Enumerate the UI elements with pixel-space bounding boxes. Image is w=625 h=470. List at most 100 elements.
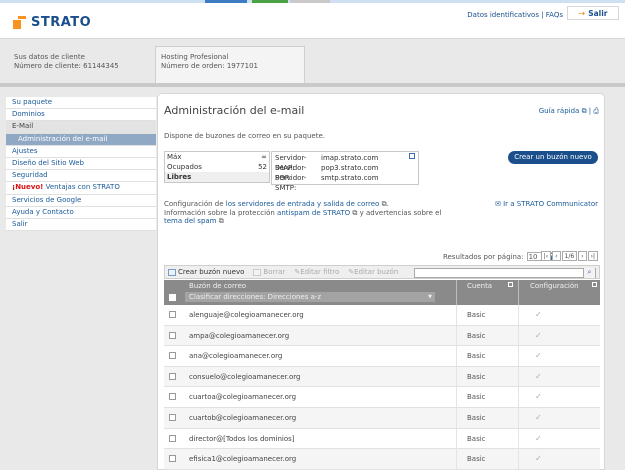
sidebar-item-salir[interactable]: Salir bbox=[6, 219, 156, 232]
row-checkbox[interactable] bbox=[169, 434, 176, 442]
sidebar-item-ajustes[interactable]: Ajustes bbox=[6, 146, 156, 158]
table-row[interactable]: ampa@colegioamanecer.org Basic ✓ bbox=[164, 325, 600, 347]
pop-label: Servidor-POP: bbox=[275, 164, 307, 182]
row-checkbox[interactable] bbox=[169, 311, 176, 318]
col-config-header[interactable]: Configuración bbox=[530, 282, 579, 290]
table-header: Buzón de correo Clasificar direcciones: … bbox=[164, 280, 600, 305]
mailbox-email[interactable]: cuartob@colegioamanecer.org bbox=[189, 414, 296, 422]
logo-text: STRATO bbox=[31, 15, 92, 30]
quota-max-label: Máx bbox=[167, 153, 182, 161]
quota-box: Máx ∞ Ocupados 52 Libres bbox=[164, 151, 270, 183]
col-account-header[interactable]: Cuenta bbox=[467, 282, 492, 290]
spam-topic-link[interactable]: tema del spam bbox=[164, 217, 217, 225]
mailbox-email[interactable]: efisica1@colegioamanecer.org bbox=[189, 455, 296, 463]
external-link-icon: ⧉ bbox=[216, 217, 224, 225]
info-icon[interactable] bbox=[508, 282, 513, 287]
row-checkbox[interactable] bbox=[169, 372, 176, 380]
sidebar-item-diseno[interactable]: Diseño del Sitio Web bbox=[6, 158, 156, 171]
table-row[interactable]: efisica1@colegioamanecer.org Basic ✓ bbox=[164, 449, 600, 470]
sort-label: Clasificar direcciones: Direcciones a-z bbox=[189, 293, 322, 301]
row-checkbox[interactable] bbox=[169, 413, 176, 421]
quick-guide-link[interactable]: Guía rápida ⧉ | ⎙ bbox=[539, 107, 599, 116]
delete-tool-label: Borrar bbox=[263, 268, 286, 276]
sidebar-item-dominios[interactable]: Dominios bbox=[6, 109, 156, 122]
expand-icon[interactable] bbox=[409, 153, 415, 159]
quota-free-label: Libres bbox=[167, 173, 192, 181]
col-mailbox-header[interactable]: Buzón de correo bbox=[189, 282, 246, 290]
logout-button[interactable]: ⇢ Salir bbox=[567, 6, 619, 20]
check-icon: ✓ bbox=[535, 310, 542, 319]
table-row[interactable]: ana@colegioamanecer.org Basic ✓ bbox=[164, 346, 600, 367]
config-text-2: Información sobre la protección bbox=[164, 208, 278, 217]
table-row[interactable]: cuartob@colegioamanecer.org Basic ✓ bbox=[164, 407, 600, 429]
quick-guide-label: Guía rápida bbox=[538, 107, 580, 115]
product-name: Hosting Profesional bbox=[161, 53, 229, 61]
logout-label: Salir bbox=[588, 8, 608, 18]
sort-dropdown[interactable]: Clasificar direcciones: Direcciones a-z … bbox=[185, 292, 435, 302]
row-checkbox[interactable] bbox=[169, 331, 176, 339]
next-page-button[interactable]: › bbox=[578, 251, 587, 261]
mailbox-email[interactable]: ampa@colegioamanecer.org bbox=[189, 332, 289, 340]
row-checkbox[interactable] bbox=[169, 455, 176, 463]
quota-max-value: ∞ bbox=[261, 153, 267, 161]
row-checkbox[interactable] bbox=[169, 352, 176, 360]
edit-filter-tool[interactable]: ✎ Editar filtro bbox=[294, 268, 339, 276]
mailbox-email[interactable]: consuelo@colegioamanecer.org bbox=[189, 373, 300, 381]
row-checkbox[interactable] bbox=[169, 393, 176, 401]
mailbox-email[interactable]: cuartoa@colegioamanecer.org bbox=[189, 393, 296, 401]
smtp-label: Servidor-SMTP: bbox=[275, 174, 307, 192]
create-mailbox-tool[interactable]: Crear buzón nuevo bbox=[168, 268, 244, 276]
imap-label: Servidor-IMAP: bbox=[275, 154, 307, 172]
mailbox-email[interactable]: director@[Todos los dominios] bbox=[189, 435, 295, 443]
sidebar-item-email-admin[interactable]: Administración del e-mail bbox=[6, 133, 156, 146]
edit-mailbox-label: Editar buzón bbox=[354, 268, 399, 276]
create-mailbox-button[interactable]: Crear un buzón nuevo bbox=[508, 151, 598, 164]
first-page-button[interactable]: |‹ bbox=[540, 251, 552, 261]
search-icon[interactable]: ⌕ bbox=[583, 268, 595, 278]
config-text-3: y advertencias sobre el bbox=[357, 208, 442, 217]
account-type: Basic bbox=[467, 372, 486, 381]
sidebar-item-email[interactable]: E-Mail bbox=[6, 121, 156, 134]
mailbox-email[interactable]: ana@colegioamanecer.org bbox=[189, 352, 282, 360]
top-links[interactable]: Datos identificativos | FAQs bbox=[467, 11, 563, 19]
table-row[interactable]: consuelo@colegioamanecer.org Basic ✓ bbox=[164, 366, 600, 388]
trash-icon bbox=[253, 268, 262, 276]
check-icon: ✓ bbox=[535, 454, 542, 464]
page-indicator[interactable]: 1/6 bbox=[561, 251, 578, 261]
product-info-tab[interactable]: Hosting Profesional Número de orden: 197… bbox=[155, 46, 305, 83]
edit-mailbox-tool[interactable]: ✎ Editar buzón bbox=[348, 268, 398, 276]
table-row[interactable]: alenguaje@colegioamanecer.org Basic ✓ bbox=[164, 305, 600, 326]
communicator-link[interactable]: ✉ Ir a STRATO Communicator bbox=[495, 200, 598, 208]
external-link-icon: ⧉ | bbox=[581, 107, 594, 115]
info-icon[interactable] bbox=[592, 282, 597, 287]
sidebar-item-su-paquete[interactable]: Su paquete bbox=[6, 97, 156, 110]
print-icon[interactable]: ⎙ bbox=[593, 107, 599, 115]
account-type: Basic bbox=[467, 393, 486, 402]
table-toolbar: Crear buzón nuevo Borrar ✎ Editar filtro… bbox=[164, 265, 600, 279]
prev-page-button[interactable]: ‹ bbox=[552, 251, 561, 261]
sidebar-item-ayuda[interactable]: Ayuda y Contacto bbox=[6, 207, 156, 219]
customer-number: Número de cliente: 61144345 bbox=[14, 62, 119, 70]
check-icon: ✓ bbox=[535, 351, 542, 361]
table-row[interactable]: director@[Todos los dominios] Basic ✓ bbox=[164, 428, 600, 450]
select-all-checkbox[interactable] bbox=[169, 294, 176, 301]
quota-used-value: 52 bbox=[258, 163, 267, 171]
strato-logo[interactable]: STRATO bbox=[13, 15, 91, 30]
new-mailbox-icon bbox=[168, 268, 176, 276]
sidebar-item-ventajas[interactable]: ¡Nuevo! Ventajas con STRATO bbox=[6, 182, 156, 195]
sidebar-item-google[interactable]: Servicios de Google bbox=[6, 195, 156, 207]
server-config-link[interactable]: los servidores de entrada y salida de co… bbox=[226, 200, 380, 208]
delete-tool[interactable]: Borrar bbox=[253, 268, 285, 276]
table-row[interactable]: cuartoa@colegioamanecer.org Basic ✓ bbox=[164, 387, 600, 408]
server-info-box: Servidor-IMAP: imap.strato.com Servidor-P… bbox=[271, 151, 419, 192]
mail-icon: ✉ bbox=[494, 200, 504, 208]
check-icon: ✓ bbox=[535, 433, 542, 443]
customer-info-title: Sus datos de cliente bbox=[14, 53, 85, 61]
table-search-input[interactable]: ⌕ bbox=[414, 268, 596, 278]
sidebar-item-seguridad[interactable]: Seguridad bbox=[6, 170, 156, 183]
pop-value: pop3.strato.com bbox=[321, 164, 379, 172]
mailbox-email[interactable]: alenguaje@colegioamanecer.org bbox=[189, 311, 304, 319]
last-page-button[interactable]: ›| bbox=[587, 251, 598, 261]
imap-value: imap.strato.com bbox=[321, 154, 379, 162]
antispam-link[interactable]: antispam de STRATO bbox=[277, 209, 350, 217]
